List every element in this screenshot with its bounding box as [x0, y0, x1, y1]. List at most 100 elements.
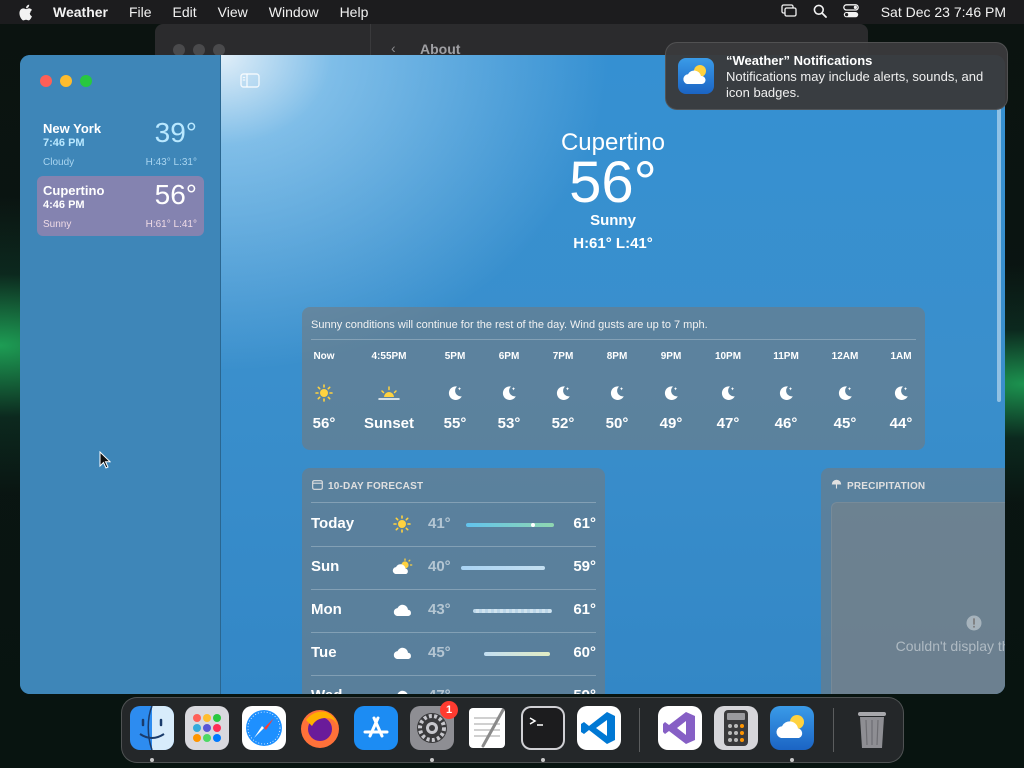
location-temp: 39° [154, 117, 197, 148]
hour-label: 5PM [444, 351, 466, 362]
location-time: 4:46 PM [43, 199, 85, 211]
forecast-high: 61° [573, 601, 596, 618]
hour-column: Now 56° [294, 351, 354, 432]
hour-temp: 50° [605, 415, 629, 432]
forecast-row[interactable]: Mon 43° 61° [311, 589, 596, 632]
firefox-icon[interactable] [298, 706, 342, 750]
map-error-message: Couldn't display the map. [895, 638, 1005, 654]
forecast-low: 41° [428, 515, 451, 532]
precipitation-panel[interactable]: PRECIPITATION Couldn't display the map. [821, 468, 1005, 694]
notification-badge: 1 [440, 701, 458, 719]
forecast-row[interactable]: Wed 47° 59° [311, 675, 596, 694]
moon-icon [641, 373, 701, 413]
location-temp: 56° [154, 179, 197, 210]
location-condition: Sunny [43, 219, 72, 230]
apple-menu-icon[interactable] [18, 4, 36, 21]
notification-body: Notifications may include alerts, sounds… [726, 69, 984, 100]
umbrella-icon [831, 479, 842, 493]
forecast-high: 61° [573, 515, 596, 532]
vscode-icon[interactable] [577, 706, 621, 750]
system-settings-icon[interactable]: 1 [410, 701, 458, 750]
hour-column: 4:55PM Sunset [359, 351, 419, 432]
screen-mirroring-icon[interactable] [781, 4, 797, 20]
app-store-icon[interactable] [354, 706, 398, 750]
weather-icon[interactable] [770, 706, 814, 750]
ten-day-forecast-panel[interactable]: 10-DAY FORECAST Today 41° 61° Sun 40° 59° Mon 4… [302, 468, 605, 694]
textedit-icon[interactable] [465, 706, 509, 750]
hourly-forecast-panel[interactable]: Sunny conditions will continue for the r… [302, 307, 925, 450]
temperature-range-bar [461, 566, 545, 570]
menu-app-name[interactable]: Weather [53, 4, 108, 20]
calculator-icon[interactable] [714, 706, 758, 750]
menu-help[interactable]: Help [340, 4, 369, 20]
menu-clock[interactable]: Sat Dec 23 7:46 PM [881, 4, 1006, 20]
hourly-summary: Sunny conditions will continue for the r… [311, 319, 708, 331]
forecast-header: 10-DAY FORECAST [328, 480, 424, 492]
hour-temp: Sunset [363, 415, 414, 432]
temperature-range-bar [466, 523, 554, 527]
launchpad-icon[interactable] [185, 706, 229, 750]
forecast-row[interactable]: Tue 45° 60° [311, 632, 596, 675]
hour-column: 9PM 49° [641, 351, 701, 432]
hour-column: 11PM 46° [756, 351, 816, 432]
hour-label: 10PM [714, 351, 742, 362]
location-card-cupertino[interactable]: Cupertino 4:46 PM 56° Sunny H:61° L:41° [37, 176, 204, 236]
spotlight-search-icon[interactable] [813, 4, 827, 21]
forecast-day: Sun [311, 558, 340, 575]
info-icon [966, 615, 982, 636]
hour-label: 4:55PM [371, 351, 407, 362]
forecast-day: Tue [311, 644, 337, 661]
forecast-row[interactable]: Today 41° 61° [311, 503, 596, 546]
hour-temp: 52° [551, 415, 575, 432]
moon-icon [533, 373, 593, 413]
forecast-row[interactable]: Sun 40° 59° [311, 546, 596, 589]
calendar-icon [312, 479, 323, 493]
hour-column: 10PM 47° [698, 351, 758, 432]
hour-label: 12AM [831, 351, 859, 362]
hour-label: Now [313, 351, 335, 362]
forecast-high: 59° [573, 558, 596, 575]
cloud-icon [391, 687, 413, 694]
sidebar-toggle-icon[interactable] [240, 73, 260, 93]
hour-label: 7PM [552, 351, 574, 362]
menu-view[interactable]: View [218, 4, 248, 20]
trash-icon[interactable] [850, 706, 894, 750]
sidebar: New York 7:46 PM 39° Cloudy H:43° L:31° … [20, 55, 221, 694]
hour-column: 12AM 45° [815, 351, 875, 432]
minimize-button[interactable] [60, 75, 72, 87]
hour-temp: 44° [889, 415, 913, 432]
menu-file[interactable]: File [129, 4, 152, 20]
hour-column: 6PM 53° [479, 351, 539, 432]
close-button[interactable] [40, 75, 52, 87]
finder-icon[interactable] [130, 705, 174, 751]
weather-window: New York 7:46 PM 39° Cloudy H:43° L:31° … [20, 55, 1005, 694]
zoom-button[interactable] [80, 75, 92, 87]
terminal-icon[interactable] [521, 706, 565, 750]
visual-studio-icon[interactable] [658, 706, 702, 750]
location-card-new-york[interactable]: New York 7:46 PM 39° Cloudy H:43° L:31° [37, 114, 204, 174]
location-hilo: H:43° L:31° [145, 157, 197, 168]
partly-sunny-icon [391, 558, 413, 576]
moon-icon [698, 373, 758, 413]
hour-label: 8PM [606, 351, 628, 362]
forecast-low: 43° [428, 601, 451, 618]
moon-icon [479, 373, 539, 413]
notification-banner[interactable]: “Weather” Notifications Notifications ma… [665, 42, 1008, 110]
menu-window[interactable]: Window [269, 4, 319, 20]
safari-icon[interactable] [242, 706, 286, 750]
control-center-icon[interactable] [842, 3, 859, 21]
weather-detail: Cupertino 56° Sunny H:61° L:41° Sunny co… [221, 55, 1005, 694]
hour-temp: 53° [497, 415, 521, 432]
back-chevron-icon[interactable]: ‹ [391, 40, 396, 56]
moon-icon [756, 373, 816, 413]
hour-column: 8PM 50° [587, 351, 647, 432]
cloud-icon [391, 601, 413, 619]
menu-edit[interactable]: Edit [173, 4, 197, 20]
forecast-high: 60° [573, 644, 596, 661]
precipitation-map[interactable]: Couldn't display the map. [831, 502, 1005, 694]
menu-bar: Weather File Edit View Window Help Sat D… [0, 0, 1024, 24]
moon-icon [425, 373, 485, 413]
forecast-day: Today [311, 515, 355, 532]
current-hilo: H:61° L:41° [573, 235, 653, 252]
forecast-day: Wed [311, 687, 342, 694]
